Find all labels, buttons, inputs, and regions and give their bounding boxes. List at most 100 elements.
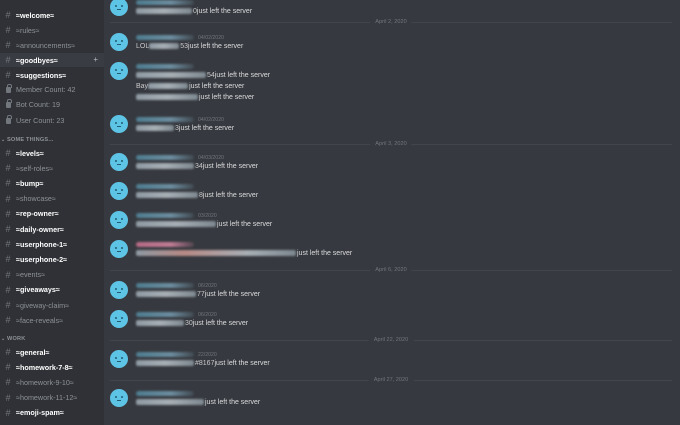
stat-label: User Count: 23 <box>16 115 65 125</box>
hash-icon: # <box>5 407 11 418</box>
channel-item[interactable]: # ≈levels≈ <box>0 146 104 160</box>
channel-label: ≈general≈ <box>16 347 50 357</box>
channel-item[interactable]: # ≈emoji-spam≈ <box>0 406 104 420</box>
channel-item[interactable]: # ≈homework-7-8≈ <box>0 360 104 374</box>
hash-icon: # <box>5 25 11 35</box>
channel-item[interactable]: # ≈events≈ <box>0 268 104 282</box>
avatar-mouth <box>117 126 121 127</box>
message-content: just left the server <box>196 7 253 15</box>
channel-label: ≈userphone-2≈ <box>16 254 68 264</box>
hash-icon: # <box>5 239 11 250</box>
channel-item[interactable]: # ≈homework-9-10≈ <box>0 375 104 389</box>
username[interactable] <box>136 391 194 396</box>
user-avatar[interactable] <box>110 211 128 229</box>
channel-item[interactable]: # ≈face-reveals≈ <box>0 313 104 327</box>
channel-item[interactable]: # ≈bump≈ <box>0 176 104 190</box>
channel-label: ≈userphone-1≈ <box>16 239 68 249</box>
hash-icon: # <box>5 10 11 20</box>
channel-item[interactable]: # ≈goodbyes≈ + <box>0 53 104 67</box>
channel-item[interactable]: # ≈announcements≈ <box>0 38 104 52</box>
user-avatar[interactable] <box>110 310 128 328</box>
username[interactable] <box>136 352 194 357</box>
category-header[interactable]: ⌄ SOME THINGS... <box>0 134 104 146</box>
user-avatar[interactable] <box>110 0 128 16</box>
channel-item[interactable]: # ≈general≈ <box>0 345 104 359</box>
user-avatar[interactable] <box>110 33 128 51</box>
channel-sidebar: # ≈welcome≈ # ≈rules≈ # ≈announcements≈ # ≈good… <box>0 0 104 425</box>
message-text: 8 just left the server <box>136 190 258 200</box>
hash-icon: # <box>5 163 11 174</box>
channel-label: ≈homework-9-10≈ <box>16 377 74 387</box>
hash-icon: # <box>5 70 11 80</box>
stat-channel[interactable]: Member Count: 42 <box>0 82 104 96</box>
redacted-name <box>148 83 189 89</box>
redacted-name <box>136 163 194 169</box>
channel-label: ≈self-roles≈ <box>16 163 54 173</box>
channel-item[interactable]: # ≈suggestions≈ <box>0 68 104 82</box>
channel-label: ≈daily-owner≈ <box>16 224 64 234</box>
avatar-mouth <box>117 321 121 322</box>
user-avatar[interactable] <box>110 281 128 299</box>
hash-icon: # <box>5 55 11 65</box>
channel-item[interactable]: # ≈showcase≈ <box>0 192 104 206</box>
username[interactable] <box>136 312 194 317</box>
username[interactable] <box>136 184 194 189</box>
avatar-mouth <box>117 9 121 10</box>
redacted-name <box>136 320 184 326</box>
hash-icon: # <box>5 315 11 326</box>
user-avatar[interactable] <box>110 62 128 80</box>
channel-label: ≈showcase≈ <box>16 194 56 204</box>
date-divider-label: April 3, 2020 <box>370 141 412 147</box>
user-avatar[interactable] <box>110 389 128 407</box>
name-suffix: 54 <box>207 71 215 79</box>
username[interactable] <box>136 283 194 288</box>
channel-item[interactable]: # ≈rep-owner≈ <box>0 207 104 221</box>
message-text: 54 just left the server <box>136 70 270 80</box>
lock-shape <box>5 115 12 124</box>
channel-label: ≈homework-11-12≈ <box>16 393 78 403</box>
channel-item[interactable]: # ≈giveaways≈ <box>0 283 104 297</box>
channel-item[interactable]: # ≈homework-11-12≈ <box>0 391 104 405</box>
message-text: just left the server <box>136 397 260 407</box>
user-avatar[interactable] <box>110 115 128 133</box>
user-avatar[interactable] <box>110 240 128 258</box>
channel-item[interactable]: # ≈self-roles≈ <box>0 161 104 175</box>
channel-label: ≈announcements≈ <box>16 40 76 50</box>
channel-item[interactable]: # ≈userphone-2≈ <box>0 252 104 266</box>
message-content: just left the server <box>214 71 271 79</box>
channel-label: ≈emoji-spam≈ <box>16 408 64 418</box>
category-header[interactable]: ⌄ WORK <box>0 333 104 345</box>
stat-channel[interactable]: Bot Count: 19 <box>0 97 104 111</box>
channel-item[interactable]: # ≈userphone-1≈ <box>0 237 104 251</box>
message-content: just left the server <box>204 290 261 298</box>
username[interactable] <box>136 35 194 40</box>
username[interactable] <box>136 213 194 218</box>
lock-icon <box>0 99 16 108</box>
message-text: just left the server <box>136 248 352 258</box>
channel-label: ≈homework-7-8≈ <box>16 362 73 372</box>
stat-channel[interactable]: User Count: 23 <box>0 113 104 127</box>
add-member-icon[interactable]: + <box>93 55 98 64</box>
user-avatar[interactable] <box>110 350 128 368</box>
user-avatar[interactable] <box>110 153 128 171</box>
username[interactable] <box>136 242 194 247</box>
date-divider-label: April 6, 2020 <box>370 267 412 273</box>
name-suffix: #8167 <box>195 359 215 367</box>
channel-item[interactable]: # ≈welcome≈ <box>0 8 104 22</box>
hash-icon: # <box>5 208 11 219</box>
channel-item[interactable]: # ≈rules≈ <box>0 23 104 37</box>
chat-area: April 2, 2020 April 3, 2020 April 6, 2020 A… <box>104 0 680 425</box>
username[interactable] <box>136 155 194 160</box>
username[interactable] <box>136 0 194 5</box>
date-divider-label: April 22, 2020 <box>368 337 414 343</box>
user-avatar[interactable] <box>110 182 128 200</box>
channel-item[interactable]: # ≈giveway-claim≈ <box>0 298 104 312</box>
message-text: LOL 53 just left the server <box>136 41 243 51</box>
username[interactable] <box>136 117 194 122</box>
redacted-name <box>136 291 196 297</box>
channel-label: ≈goodbyes≈ <box>16 55 58 65</box>
channel-item[interactable]: # ≈daily-owner≈ <box>0 222 104 236</box>
date-divider-label: April 27, 2020 <box>368 377 414 383</box>
message-content: just left the server <box>199 93 255 101</box>
username[interactable] <box>136 64 194 69</box>
